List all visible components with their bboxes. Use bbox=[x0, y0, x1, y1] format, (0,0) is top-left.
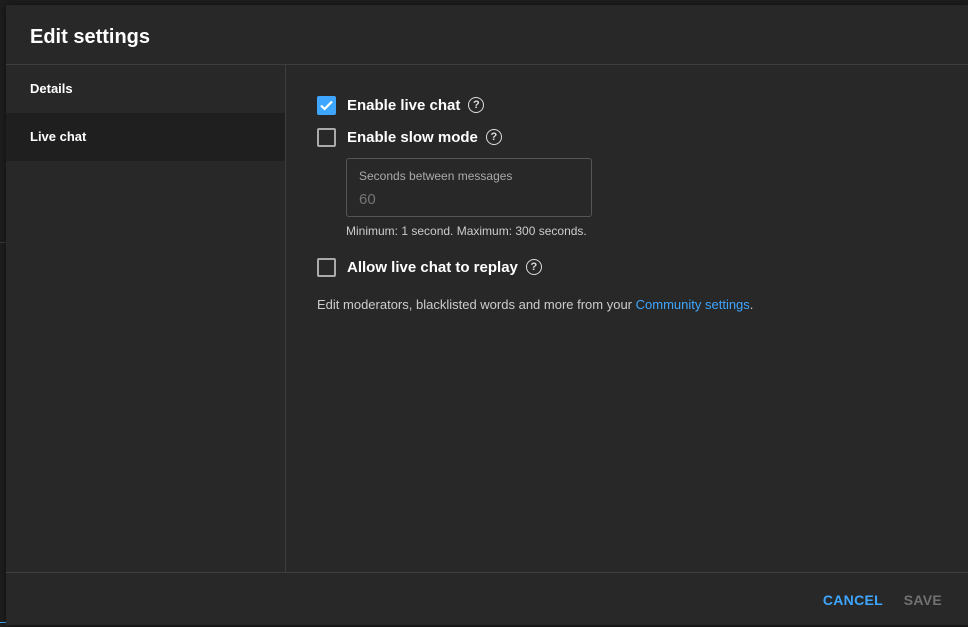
seconds-between-messages-field: Seconds between messages bbox=[346, 158, 592, 217]
allow-replay-checkbox[interactable] bbox=[317, 257, 336, 277]
sidebar-item-live-chat[interactable]: Live chat bbox=[6, 113, 285, 161]
live-chat-panel: Enable live chat ? Enable slow mode ? Se… bbox=[286, 65, 968, 572]
cancel-button[interactable]: CANCEL bbox=[823, 592, 883, 608]
allow-replay-label: Allow live chat to replay bbox=[347, 258, 518, 276]
help-circle-icon[interactable]: ? bbox=[485, 129, 502, 145]
dialog-footer: CANCEL SAVE bbox=[6, 572, 968, 626]
settings-sidebar: Details Live chat bbox=[6, 65, 286, 572]
check-icon bbox=[320, 100, 333, 111]
edit-settings-dialog: Edit settings Details Live chat Enable l… bbox=[6, 5, 968, 625]
enable-slow-mode-checkbox[interactable] bbox=[317, 127, 336, 147]
help-circle-icon[interactable]: ? bbox=[525, 259, 542, 275]
community-footnote: Edit moderators, blacklisted words and m… bbox=[317, 297, 753, 312]
enable-live-chat-checkbox[interactable] bbox=[317, 95, 336, 115]
enable-slow-mode-label: Enable slow mode bbox=[347, 128, 478, 146]
seconds-hint: Minimum: 1 second. Maximum: 300 seconds. bbox=[346, 224, 587, 238]
footnote-suffix: . bbox=[749, 297, 754, 312]
seconds-input[interactable] bbox=[359, 189, 579, 209]
enable-live-chat-label: Enable live chat bbox=[347, 96, 461, 114]
allow-replay-row: Allow live chat to replay ? bbox=[317, 257, 542, 277]
footnote-text: Edit moderators, blacklisted words and m… bbox=[317, 297, 636, 312]
enable-live-chat-row: Enable live chat ? bbox=[317, 95, 485, 115]
enable-slow-mode-row: Enable slow mode ? bbox=[317, 127, 502, 147]
help-circle-icon[interactable]: ? bbox=[468, 97, 485, 113]
save-button[interactable]: SAVE bbox=[904, 592, 942, 608]
community-settings-link[interactable]: Community settings bbox=[636, 297, 750, 312]
seconds-field-label: Seconds between messages bbox=[359, 169, 513, 183]
dialog-title: Edit settings bbox=[30, 26, 151, 48]
dialog-header: Edit settings bbox=[6, 5, 968, 65]
sidebar-item-details[interactable]: Details bbox=[6, 65, 285, 113]
